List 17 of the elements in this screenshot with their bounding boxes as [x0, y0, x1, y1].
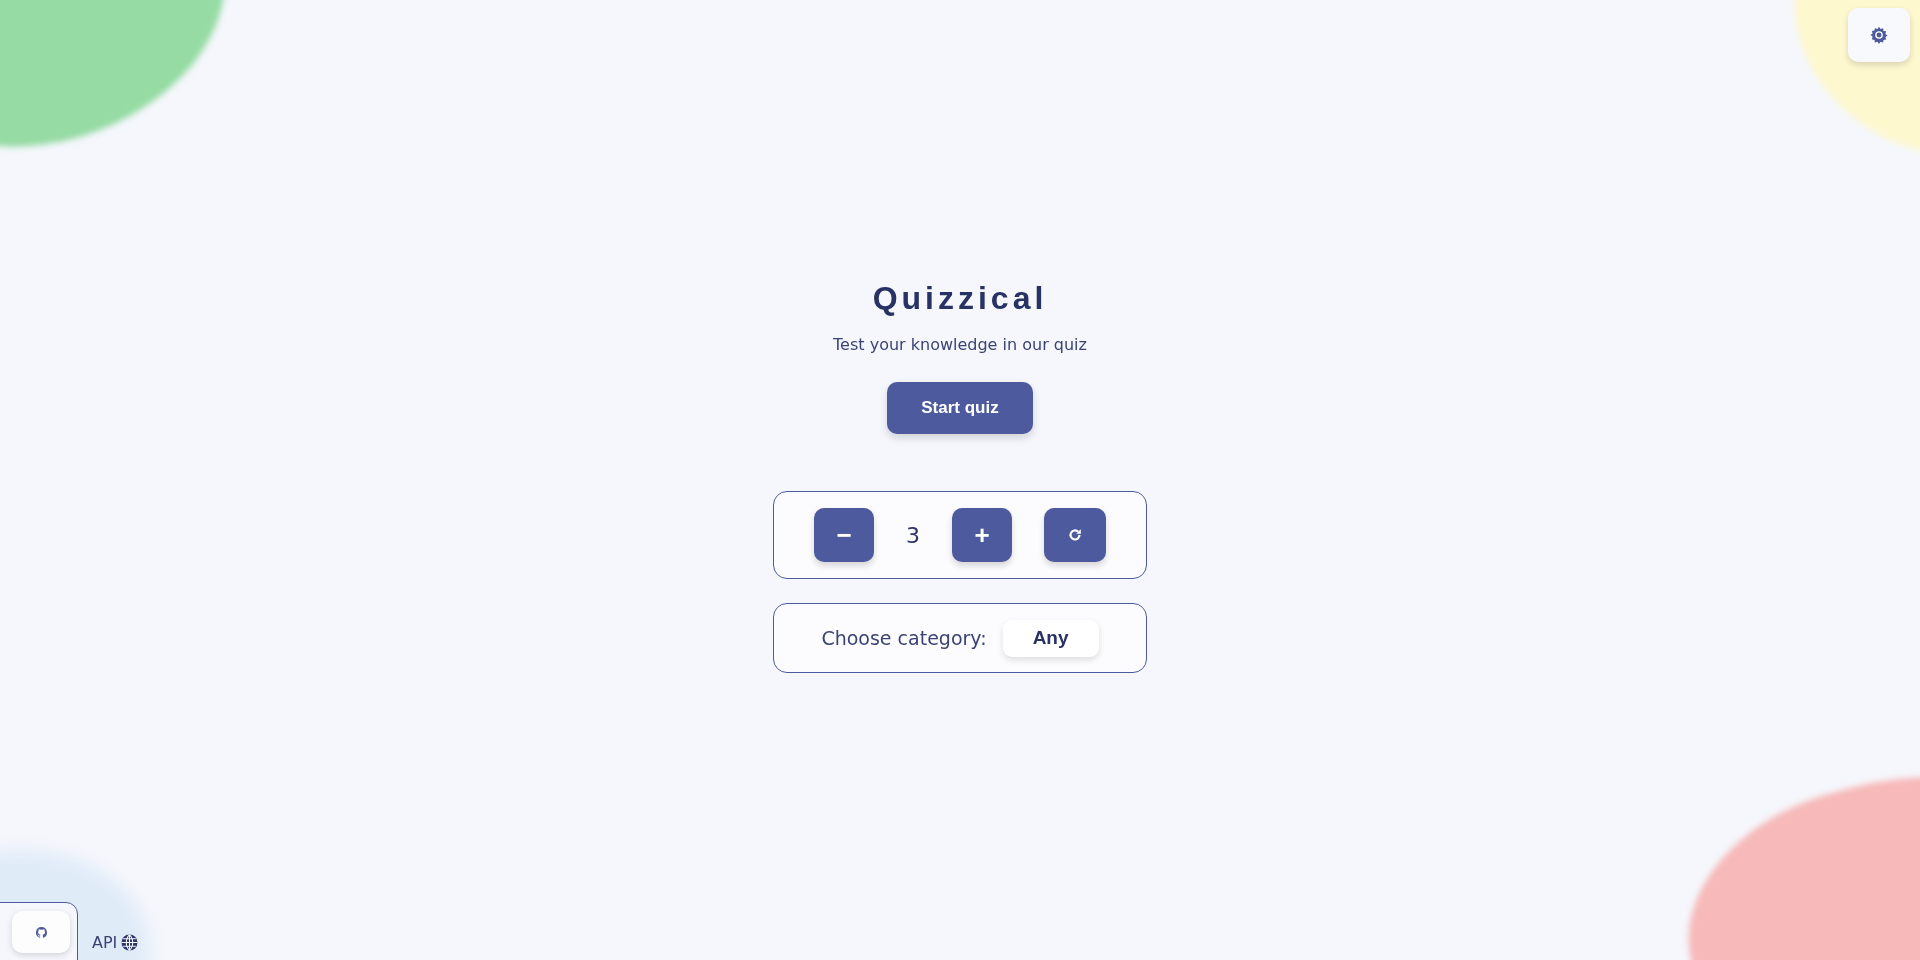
- reset-button[interactable]: [1044, 508, 1106, 562]
- refresh-icon: [1067, 527, 1083, 543]
- question-count: 3: [905, 522, 921, 548]
- github-button[interactable]: [12, 911, 70, 953]
- increment-button[interactable]: +: [952, 508, 1012, 562]
- globe-icon: [121, 934, 139, 951]
- api-label: API: [92, 933, 118, 952]
- app-subtitle: Test your knowledge in our quiz: [833, 335, 1087, 354]
- settings-button[interactable]: [1848, 8, 1910, 62]
- decrement-button[interactable]: −: [814, 508, 874, 562]
- category-dropdown[interactable]: Any: [1002, 619, 1099, 657]
- settings-icon: [1870, 26, 1888, 44]
- api-link[interactable]: API: [92, 933, 139, 952]
- start-quiz-button[interactable]: Start quiz: [887, 382, 1033, 434]
- app-title: Quizzical: [872, 280, 1048, 317]
- category-label: Choose category:: [821, 627, 987, 649]
- github-icon: [35, 926, 47, 938]
